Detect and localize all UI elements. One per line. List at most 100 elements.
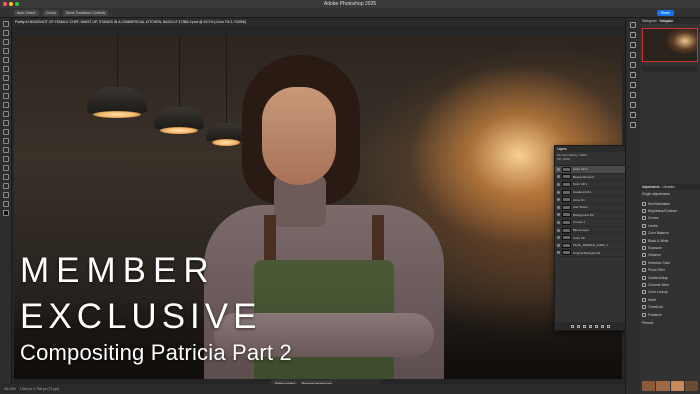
visibility-eye-icon[interactable]: [557, 228, 560, 232]
history-brush-tool-icon[interactable]: [2, 111, 9, 117]
object-selection-tool-icon[interactable]: [2, 48, 9, 54]
shape-tool-icon[interactable]: [2, 183, 9, 189]
brush-tool-icon[interactable]: [2, 93, 9, 99]
show-transform-controls-checkbox[interactable]: Show Transform Controls: [62, 9, 109, 16]
layer-row[interactable]: Arms Fix: [555, 196, 625, 204]
preset-swatch[interactable]: [656, 381, 670, 391]
adjustment-item[interactable]: Brightness/Contrast: [642, 207, 698, 214]
adjustment-item[interactable]: Exposure: [642, 244, 698, 251]
layer-row[interactable]: Color Fill 2: [555, 166, 625, 174]
layer-style-icon[interactable]: [576, 324, 580, 328]
swatches-panel-icon[interactable]: [630, 92, 636, 98]
visibility-eye-icon[interactable]: [557, 175, 560, 179]
play-actions-icon[interactable]: [630, 32, 636, 38]
tab-libraries[interactable]: Libraries: [663, 184, 675, 190]
paths-panel-icon[interactable]: [630, 112, 636, 118]
adjustment-item[interactable]: Curves: [642, 215, 698, 222]
fill-field[interactable]: Fill: 100%: [557, 157, 570, 161]
visibility-eye-icon[interactable]: [557, 251, 560, 255]
layer-row[interactable]: Color Fill: [555, 234, 625, 242]
history-panel-icon[interactable]: [630, 42, 636, 48]
layer-row[interactable]: Background Fill: [555, 212, 625, 220]
gradient-tool-icon[interactable]: [2, 129, 9, 135]
visibility-eye-icon[interactable]: [557, 167, 560, 171]
adjustment-item[interactable]: Photo Filter: [642, 267, 698, 274]
layer-row[interactable]: Beauty Retouch: [555, 174, 625, 182]
visibility-eye-icon[interactable]: [557, 205, 560, 209]
visibility-eye-icon[interactable]: [557, 190, 560, 194]
channels-panel-icon[interactable]: [630, 102, 636, 108]
document-canvas-photo[interactable]: MEMBER EXCLUSIVE Compositing Patricia Pa…: [14, 35, 622, 379]
layer-row[interactable]: Blend Layer: [555, 227, 625, 235]
preset-swatch[interactable]: [670, 381, 684, 391]
navigator-zoom-slider[interactable]: [642, 66, 698, 72]
new-layer-icon[interactable]: [600, 324, 604, 328]
hand-tool-icon[interactable]: [2, 192, 9, 198]
minimize-window-button[interactable]: [9, 2, 13, 6]
color-panel-icon[interactable]: [630, 82, 636, 88]
visibility-eye-icon[interactable]: [557, 243, 560, 247]
character-panel-icon[interactable]: [630, 62, 636, 68]
marquee-tool-icon[interactable]: [2, 30, 9, 36]
properties-panel-icon[interactable]: [630, 22, 636, 28]
move-tool-icon[interactable]: [2, 21, 9, 27]
adjustment-item[interactable]: Threshold: [642, 303, 698, 310]
visibility-eye-icon[interactable]: [557, 213, 560, 217]
frame-tool-icon[interactable]: [2, 66, 9, 72]
tab-histogram[interactable]: Histogram: [642, 19, 657, 23]
zoom-window-button[interactable]: [15, 2, 19, 6]
layer-row[interactable]: Hair Sheen: [555, 204, 625, 212]
add-mask-icon[interactable]: [582, 324, 586, 328]
tab-adjustments[interactable]: Adjustments: [642, 184, 660, 190]
opacity-field[interactable]: Opacity: 100%: [568, 153, 588, 157]
layer-row[interactable]: Gradient Fill 1: [555, 189, 625, 197]
auto-select-checkbox[interactable]: Auto-Select:: [14, 9, 40, 16]
type-tool-icon[interactable]: [2, 165, 9, 171]
layers-panel-icon[interactable]: [630, 122, 636, 128]
navigator-thumbnail[interactable]: [642, 28, 698, 62]
layer-row[interactable]: Curves 1: [555, 219, 625, 227]
zoom-level[interactable]: 45.18%: [4, 387, 16, 391]
adjustment-item[interactable]: Posterize: [642, 311, 698, 318]
preset-swatch[interactable]: [684, 381, 698, 391]
eraser-tool-icon[interactable]: [2, 120, 9, 126]
visibility-eye-icon[interactable]: [557, 182, 560, 186]
paragraph-panel-icon[interactable]: [630, 52, 636, 58]
brushes-panel-icon[interactable]: [630, 72, 636, 78]
adjustment-item[interactable]: Channel Mixer: [642, 281, 698, 288]
new-group-icon[interactable]: [594, 324, 598, 328]
link-layers-icon[interactable]: [570, 324, 574, 328]
document-tab[interactable]: Firefly A HEADSHOT OF FEMALE CHEF, WAIST…: [12, 18, 625, 26]
pen-tool-icon[interactable]: [2, 156, 9, 162]
eyedropper-tool-icon[interactable]: [2, 75, 9, 81]
layer-row[interactable]: Original Background: [555, 250, 625, 258]
healing-brush-tool-icon[interactable]: [2, 84, 9, 90]
adjustment-item[interactable]: Selective Color: [642, 259, 698, 266]
visibility-eye-icon[interactable]: [557, 220, 560, 224]
adjustment-item[interactable]: Color Balance: [642, 230, 698, 237]
preset-swatch[interactable]: [642, 381, 656, 391]
adjustment-item[interactable]: Gradient Map: [642, 274, 698, 281]
close-window-button[interactable]: [3, 2, 7, 6]
adjustment-item[interactable]: Vibrance: [642, 252, 698, 259]
canvas-area[interactable]: MEMBER EXCLUSIVE Compositing Patricia Pa…: [12, 26, 625, 388]
group-select[interactable]: Group: [43, 9, 59, 16]
tab-navigator[interactable]: Navigator: [660, 19, 674, 23]
adjustment-item[interactable]: Black & White: [642, 237, 698, 244]
crop-tool-icon[interactable]: [2, 57, 9, 63]
path-selection-tool-icon[interactable]: [2, 174, 9, 180]
share-button[interactable]: Share: [656, 9, 674, 16]
adjustment-item[interactable]: Hue/Saturation: [642, 200, 698, 207]
foreground-color-icon[interactable]: [2, 210, 9, 216]
delete-layer-icon[interactable]: [606, 324, 610, 328]
layer-row[interactable]: Color Fill 1: [555, 181, 625, 189]
visibility-eye-icon[interactable]: [557, 236, 560, 240]
dodge-tool-icon[interactable]: [2, 147, 9, 153]
blur-tool-icon[interactable]: [2, 138, 9, 144]
adjustment-item[interactable]: Color Lookup: [642, 289, 698, 296]
adjustment-layer-icon[interactable]: [588, 324, 592, 328]
lasso-tool-icon[interactable]: [2, 39, 9, 45]
adjustment-item[interactable]: Levels: [642, 222, 698, 229]
clone-stamp-tool-icon[interactable]: [2, 102, 9, 108]
layer-row[interactable]: Firefly_FEMALE_CHEF_1: [555, 242, 625, 250]
